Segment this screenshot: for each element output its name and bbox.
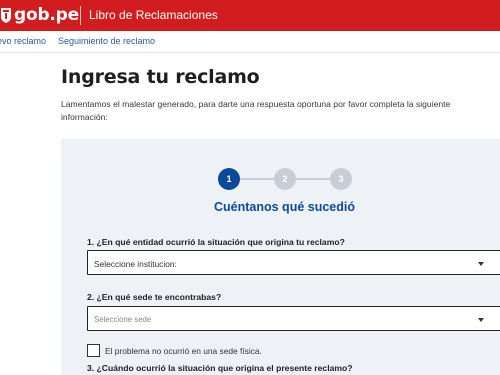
chevron-down-icon <box>478 318 484 322</box>
entity-select-value: Seleccione institucion: <box>94 259 177 269</box>
step-2-indicator: 2 <box>274 168 296 190</box>
chevron-down-icon <box>478 262 484 266</box>
header-title: Libro de Reclamaciones <box>89 8 218 22</box>
step-1-indicator: 1 <box>218 168 240 190</box>
entity-question-label: 1. ¿En qué entidad ocurrió la situación … <box>87 237 345 247</box>
gob-pe-logo[interactable]: gob.pe <box>0 5 79 25</box>
stepper-connector <box>240 178 274 180</box>
top-bar: gob.pe Libro de Reclamaciones <box>0 0 500 31</box>
no-physical-branch-option: El problema no ocurrió en una sede físic… <box>87 344 262 357</box>
step-3-indicator: 3 <box>330 168 352 190</box>
sub-navigation: evo reclamo Seguimiento de reclamo <box>0 31 500 53</box>
date-question-label: 3. ¿Cuándo ocurrió la situación que orig… <box>87 363 353 373</box>
follow-up-claim-link[interactable]: Seguimiento de reclamo <box>58 36 155 46</box>
branch-select-placeholder: Seleccione sede <box>94 315 152 324</box>
branch-select[interactable]: Seleccione sede <box>87 306 500 331</box>
entity-select[interactable]: Seleccione institucion: <box>87 250 500 275</box>
header-divider <box>80 6 81 25</box>
stepper-connector <box>296 178 330 180</box>
peru-shield-icon <box>0 6 12 24</box>
logo-text: gob.pe <box>14 5 79 25</box>
page-title: Ingresa tu reclamo <box>61 66 260 88</box>
intro-text: Lamentamos el malestar generado, para da… <box>61 99 451 122</box>
new-claim-link[interactable]: evo reclamo <box>0 36 46 46</box>
no-physical-branch-label: El problema no ocurrió en una sede físic… <box>105 345 262 356</box>
no-physical-branch-checkbox[interactable] <box>87 344 100 357</box>
branch-question-label: 2. ¿En qué sede te encontrabas? <box>87 292 222 302</box>
step-heading: Cuéntanos qué sucedió <box>214 200 355 214</box>
claim-form-card: 1 2 3 Cuéntanos qué sucedió 1. ¿En qué e… <box>61 139 500 375</box>
